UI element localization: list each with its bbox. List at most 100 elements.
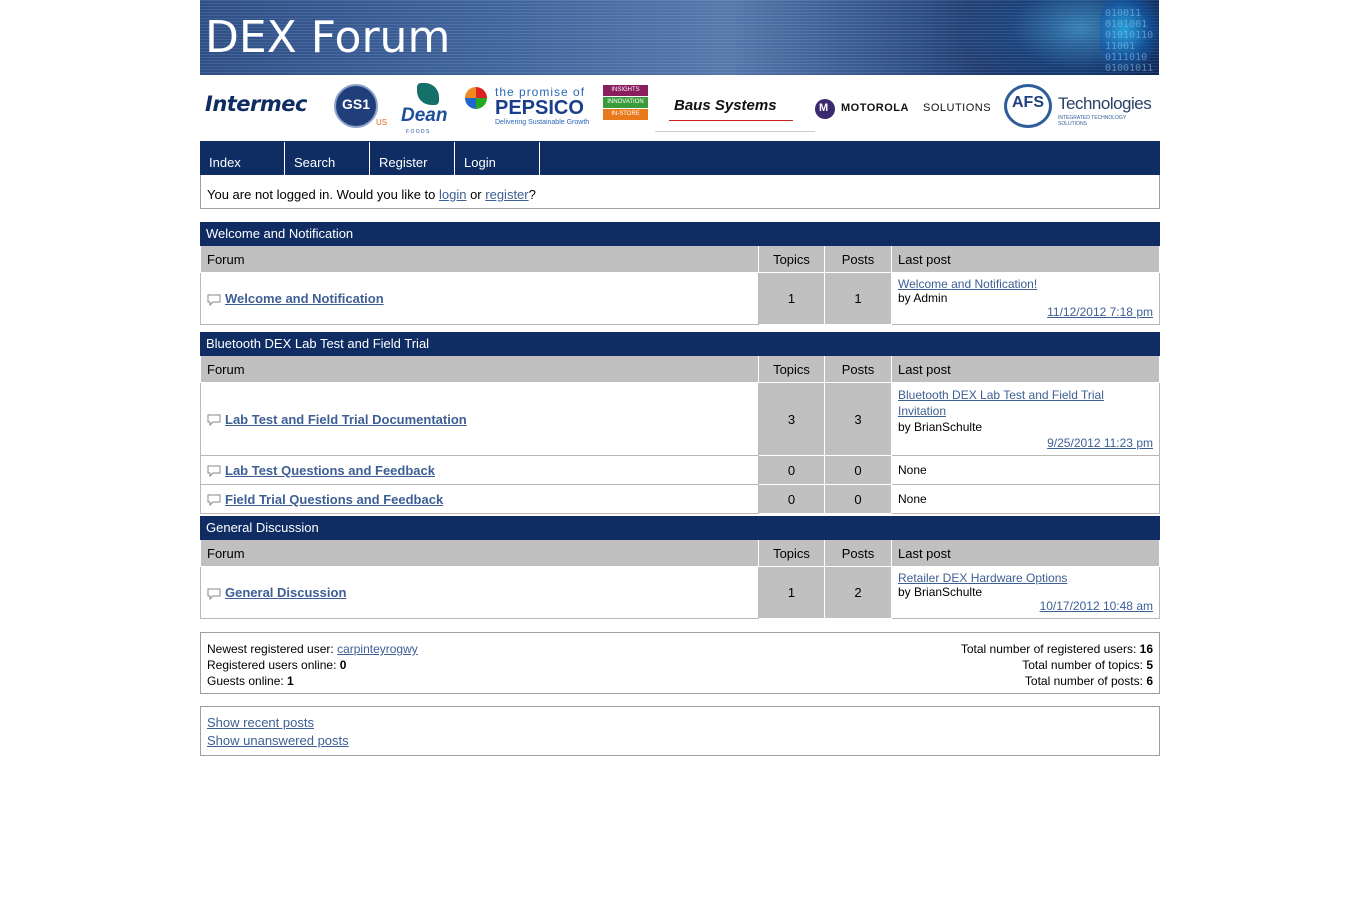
- login-link[interactable]: login: [439, 187, 466, 202]
- show-unanswered-posts-link[interactable]: Show unanswered posts: [207, 733, 349, 748]
- forum-row: Lab Test Questions and Feedback 0 0 None: [200, 455, 1160, 485]
- col-forum: Forum: [200, 356, 759, 383]
- forum-link[interactable]: Lab Test and Field Trial Documentation: [225, 412, 467, 427]
- dean-foods-text: F O O D S: [406, 129, 430, 135]
- nav-index[interactable]: Index: [201, 142, 285, 175]
- col-topics: Topics: [758, 356, 825, 383]
- gs1-us-text: US: [376, 118, 388, 127]
- last-post-date[interactable]: 11/12/2012 7:18 pm: [898, 305, 1153, 319]
- pepsico-tag-insights: INSIGHTS: [603, 85, 648, 96]
- forum-bubble-icon: [207, 465, 221, 478]
- col-forum: Forum: [200, 246, 759, 273]
- motorola-logo-text: MOTOROLA: [841, 102, 909, 114]
- forum-bubble-icon: [207, 494, 221, 507]
- gs1-logo-text: GS1: [342, 96, 371, 112]
- afs-tagline-text: INTEGRATED TECHNOLOGY SOLUTIONS: [1058, 115, 1127, 127]
- binary-digits: 010011 0101001 01010110 11001 0111010 01…: [1105, 8, 1154, 75]
- col-last-post: Last post: [891, 540, 1160, 567]
- forum-row: General Discussion 1 2 Retailer DEX Hard…: [200, 566, 1160, 619]
- sponsor-logos: Intermec GS1 US Dean F O O D S the promi…: [200, 75, 1160, 141]
- forum-table: Forum Topics Posts Last post General Dis…: [200, 540, 1160, 619]
- forum-topics: 1: [758, 566, 825, 619]
- col-posts: Posts: [824, 356, 892, 383]
- last-post-user: BrianSchulte: [914, 420, 983, 434]
- stats-right: Total number of registered users: 16 Tot…: [960, 642, 1153, 688]
- pepsico-tag-instore: IN-STORE: [603, 109, 648, 120]
- afs-technologies-text: Technologies: [1058, 94, 1152, 113]
- forum-bubble-icon: [207, 294, 221, 306]
- forum-posts: 1: [824, 272, 892, 325]
- forum-topics: 3: [758, 382, 825, 456]
- dean-foods-logo[interactable]: Dean F O O D S: [401, 83, 457, 135]
- gs1-logo[interactable]: GS1 US: [334, 84, 388, 128]
- last-post-link[interactable]: Retailer DEX Hardware Options: [898, 571, 1067, 585]
- dean-logo-text: Dean: [401, 105, 448, 126]
- last-post-none: None: [891, 484, 1160, 514]
- last-post-user: BrianSchulte: [914, 585, 983, 599]
- newest-user-link[interactable]: carpinteyrogwy: [337, 642, 418, 656]
- nav-register[interactable]: Register: [371, 142, 455, 175]
- col-topics: Topics: [758, 540, 825, 567]
- last-post-cell: Welcome and Notification! by Admin 11/12…: [891, 272, 1160, 325]
- forum-row: Welcome and Notification 1 1 Welcome and…: [200, 272, 1160, 325]
- intermec-logo-text: Intermec: [205, 92, 307, 116]
- pepsico-logo-text: PEPSICO: [495, 97, 584, 119]
- pepsico-tagline-bottom: Delivering Sustainable Growth: [495, 119, 590, 126]
- forum-row: Lab Test and Field Trial Documentation 3…: [200, 382, 1160, 456]
- last-post-link[interactable]: Bluetooth DEX Lab Test and Field Trial I…: [898, 388, 1104, 418]
- site-title: DEX Forum: [205, 12, 451, 63]
- forum-link[interactable]: General Discussion: [225, 585, 346, 600]
- forum-table: Forum Topics Posts Last post Welcome and…: [200, 246, 1160, 325]
- col-last-post: Last post: [891, 356, 1160, 383]
- register-link[interactable]: register: [485, 187, 528, 202]
- category-welcome: Welcome and Notification Forum Topics Po…: [200, 222, 1160, 325]
- forum-bubble-icon: [207, 588, 221, 600]
- last-post-link[interactable]: Welcome and Notification!: [898, 277, 1037, 291]
- forum-posts: 0: [824, 484, 892, 514]
- motorola-solutions-logo[interactable]: M MOTOROLA SOLUTIONS: [815, 99, 1000, 123]
- page-wrapper: 010011 0101001 01010110 11001 0111010 01…: [200, 0, 1160, 756]
- col-posts: Posts: [824, 246, 892, 273]
- col-topics: Topics: [758, 246, 825, 273]
- last-post-date[interactable]: 9/25/2012 11:23 pm: [898, 435, 1153, 451]
- forum-bubble-icon: [207, 414, 221, 427]
- show-recent-posts-link[interactable]: Show recent posts: [207, 715, 314, 730]
- category-bluetooth: Bluetooth DEX Lab Test and Field Trial F…: [200, 332, 1160, 514]
- last-post-none: None: [891, 455, 1160, 485]
- total-posts-count: 6: [1146, 674, 1153, 688]
- forum-posts: 3: [824, 382, 892, 456]
- last-post-date[interactable]: 10/17/2012 10:48 am: [898, 599, 1153, 613]
- intermec-logo[interactable]: Intermec: [205, 92, 307, 116]
- registered-online-count: 0: [339, 658, 347, 672]
- guests-online-count: 1: [287, 674, 294, 688]
- column-headers: Forum Topics Posts Last post: [200, 356, 1160, 383]
- baus-systems-logo[interactable]: Baus Systems: [655, 91, 815, 132]
- afs-logo-text: AFS: [1012, 94, 1044, 111]
- header-banner: 010011 0101001 01010110 11001 0111010 01…: [200, 0, 1159, 75]
- pepsico-logo[interactable]: the promise of PEPSICO Delivering Sustai…: [465, 85, 650, 131]
- column-headers: Forum Topics Posts Last post: [200, 540, 1160, 567]
- forum-stats: Newest registered user: carpinteyrogwy R…: [200, 632, 1160, 694]
- baus-logo-text: Baus Systems: [674, 97, 777, 114]
- col-posts: Posts: [824, 540, 892, 567]
- post-links: Show recent posts Show unanswered posts: [200, 706, 1160, 756]
- forum-link[interactable]: Field Trial Questions and Feedback: [225, 492, 443, 507]
- category-title: General Discussion: [200, 516, 1160, 540]
- nav-login[interactable]: Login: [456, 142, 540, 175]
- category-title: Bluetooth DEX Lab Test and Field Trial: [200, 332, 1160, 356]
- forum-link[interactable]: Lab Test Questions and Feedback: [225, 463, 435, 478]
- forum-link[interactable]: Welcome and Notification: [225, 291, 384, 306]
- nav-search[interactable]: Search: [286, 142, 370, 175]
- forum-posts: 0: [824, 455, 892, 485]
- afs-technologies-logo[interactable]: AFS Technologies INTEGRATED TECHNOLOGY S…: [1004, 84, 1154, 132]
- forum-posts: 2: [824, 566, 892, 619]
- last-post-cell: Bluetooth DEX Lab Test and Field Trial I…: [891, 382, 1160, 456]
- motorola-solutions-text: SOLUTIONS: [923, 102, 992, 114]
- category-title: Welcome and Notification: [200, 222, 1160, 246]
- col-last-post: Last post: [891, 246, 1160, 273]
- forum-topics: 1: [758, 272, 825, 325]
- total-users-count: 16: [1139, 642, 1153, 656]
- last-post-user: Admin: [913, 291, 948, 305]
- forum-topics: 0: [758, 484, 825, 514]
- category-general: General Discussion Forum Topics Posts La…: [200, 516, 1160, 619]
